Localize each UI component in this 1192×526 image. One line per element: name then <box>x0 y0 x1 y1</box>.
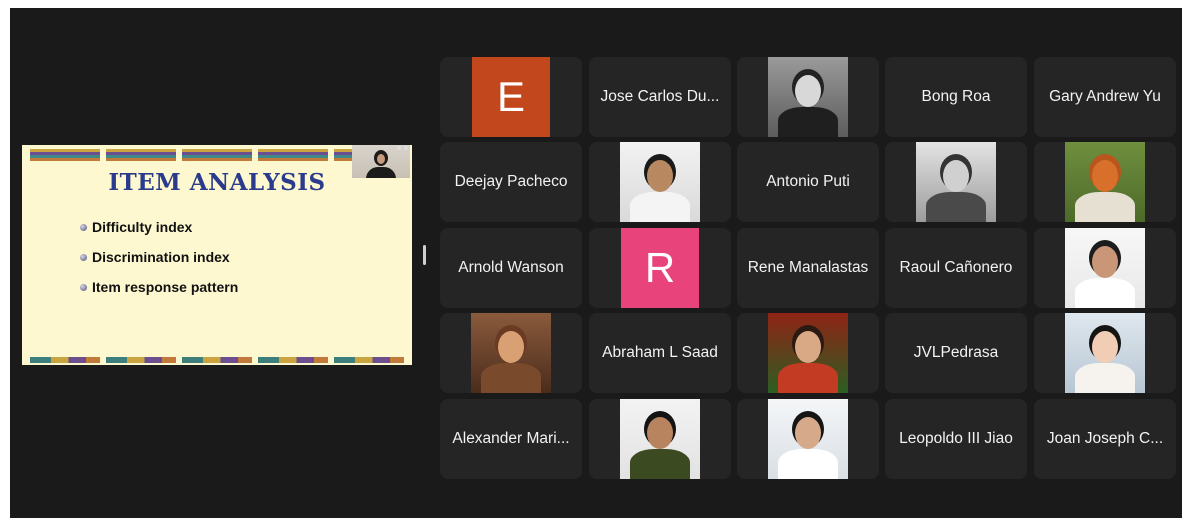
photo-figure-body <box>926 192 986 222</box>
participant-tile[interactable]: Rene Manalastas <box>737 228 879 308</box>
participant-photo <box>1065 313 1145 393</box>
participant-tile[interactable]: Joan Joseph C... <box>1034 399 1176 479</box>
photo-figure-face <box>1092 331 1118 363</box>
photo-figure-body <box>630 449 690 479</box>
bullet-icon <box>80 224 87 231</box>
photo-figure-body <box>778 107 838 137</box>
participant-name: Alexander Mari... <box>452 430 570 447</box>
participant-tile[interactable] <box>440 313 582 393</box>
participant-initial-avatar: R <box>621 228 699 308</box>
photo-figure-face <box>795 75 821 107</box>
participant-name: Deejay Pacheco <box>454 173 568 190</box>
participant-photo <box>620 142 700 222</box>
participant-photo <box>768 313 848 393</box>
slide-bullet: Item response pattern <box>80 279 238 309</box>
participant-tile[interactable] <box>589 399 731 479</box>
participant-name: Raoul Cañonero <box>899 259 1013 276</box>
participant-name: Gary Andrew Yu <box>1049 88 1161 105</box>
participant-tile[interactable] <box>885 142 1027 222</box>
photo-figure-body <box>778 363 838 393</box>
participant-name: Leopoldo III Jiao <box>899 430 1013 447</box>
photo-figure-body <box>778 449 838 479</box>
participant-tile[interactable]: Leopoldo III Jiao <box>885 399 1027 479</box>
photo-figure-face <box>1092 160 1118 192</box>
participant-tile[interactable] <box>1034 313 1176 393</box>
photo-figure-face <box>498 331 524 363</box>
photo-figure-body <box>630 192 690 222</box>
participant-name: Arnold Wanson <box>458 259 564 276</box>
participant-photo <box>1065 142 1145 222</box>
participant-tile[interactable]: Arnold Wanson <box>440 228 582 308</box>
participant-tile[interactable] <box>1034 228 1176 308</box>
participant-tile[interactable] <box>737 57 879 137</box>
participant-tile[interactable]: Gary Andrew Yu <box>1034 57 1176 137</box>
photo-figure-face <box>1092 246 1118 278</box>
participant-name: Jose Carlos Du... <box>600 88 720 105</box>
participant-tile[interactable]: Bong Roa <box>885 57 1027 137</box>
participant-tile[interactable] <box>737 313 879 393</box>
participant-name: Rene Manalastas <box>747 259 869 276</box>
slide-bullet: Difficulty index <box>80 219 238 249</box>
participant-name: Abraham L Saad <box>602 344 718 361</box>
participant-tile[interactable]: JVLPedrasa <box>885 313 1027 393</box>
participant-tile[interactable] <box>589 142 731 222</box>
participant-photo <box>620 399 700 479</box>
photo-figure-body <box>1075 192 1135 222</box>
photo-figure-face <box>943 160 969 192</box>
participant-photo <box>916 142 996 222</box>
split-view-resize-handle[interactable] <box>423 245 426 265</box>
bullet-icon <box>80 254 87 261</box>
participant-photo <box>471 313 551 393</box>
participant-initial-avatar: E <box>472 57 550 137</box>
participant-tile[interactable]: Antonio Puti <box>737 142 879 222</box>
window-controls-icon[interactable] <box>397 146 411 152</box>
participant-photo <box>768 399 848 479</box>
participant-tile[interactable]: Jose Carlos Du... <box>589 57 731 137</box>
photo-figure-body <box>1075 278 1135 308</box>
participant-name: JVLPedrasa <box>913 344 999 361</box>
participant-photo <box>768 57 848 137</box>
photo-figure-face <box>795 331 821 363</box>
photo-figure-face <box>647 417 673 449</box>
participant-tile[interactable]: Abraham L Saad <box>589 313 731 393</box>
participant-tile[interactable] <box>1034 142 1176 222</box>
photo-figure-face <box>647 160 673 192</box>
participant-name: Joan Joseph C... <box>1046 430 1164 447</box>
participant-tile[interactable]: Raoul Cañonero <box>885 228 1027 308</box>
photo-figure-face <box>795 417 821 449</box>
participant-tile[interactable]: Alexander Mari... <box>440 399 582 479</box>
participant-photo <box>1065 228 1145 308</box>
bullet-icon <box>80 284 87 291</box>
participant-tile[interactable]: E <box>440 57 582 137</box>
participant-name: Bong Roa <box>921 88 991 105</box>
photo-figure-body <box>1075 363 1135 393</box>
slide-bullet-list: Difficulty index Discrimination index It… <box>80 219 238 309</box>
participant-tile[interactable]: Deejay Pacheco <box>440 142 582 222</box>
participant-tile[interactable]: R <box>589 228 731 308</box>
slide-bullet: Discrimination index <box>80 249 238 279</box>
participant-tile[interactable] <box>737 399 879 479</box>
participant-name: Antonio Puti <box>766 173 850 190</box>
photo-figure-body <box>481 363 541 393</box>
shared-screen[interactable]: ITEM ANALYSIS Difficulty index Discrimin… <box>22 145 412 365</box>
slide-bottom-border <box>22 357 412 363</box>
